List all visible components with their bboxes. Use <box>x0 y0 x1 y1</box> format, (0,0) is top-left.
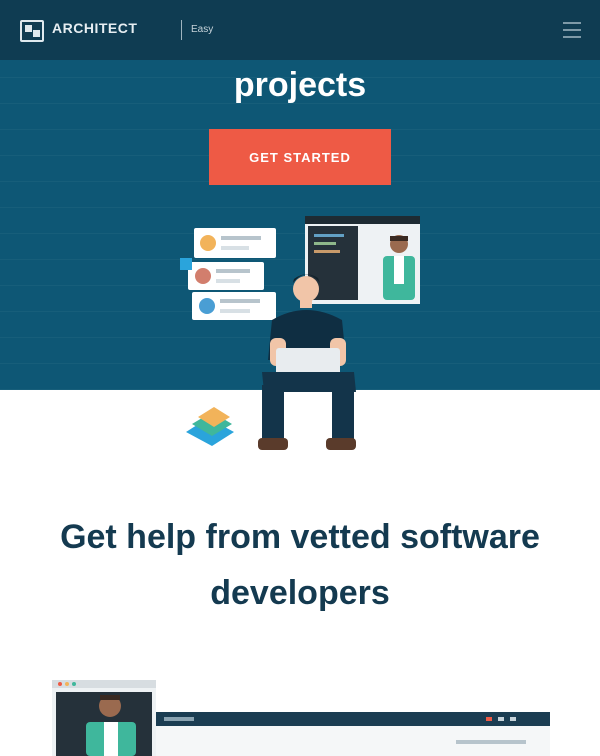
top-navigation-bar: ARCHITECT Easy <box>0 0 600 60</box>
brand-subtitle: Easy <box>191 24 214 35</box>
logo-icon[interactable] <box>20 20 44 42</box>
hero-section <box>0 60 600 390</box>
section-heading: Get help from vetted software developers <box>60 518 540 612</box>
get-started-button[interactable]: GET STARTED <box>209 129 391 185</box>
hero-title: projects <box>233 66 367 104</box>
app-preview-image <box>52 680 550 756</box>
layers-icon <box>186 407 234 446</box>
brand-name[interactable]: ARCHITECT <box>52 20 137 36</box>
brand-divider <box>181 20 182 40</box>
hamburger-menu-icon[interactable] <box>563 22 581 38</box>
